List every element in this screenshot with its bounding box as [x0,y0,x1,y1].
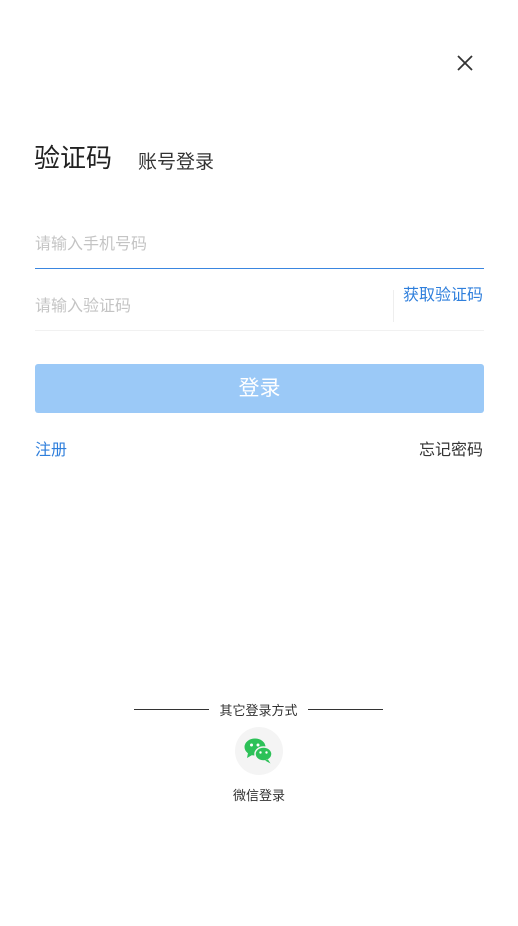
login-button[interactable]: 登录 [35,364,484,413]
verification-code-input[interactable] [35,294,375,316]
divider-right [308,709,383,710]
register-link[interactable]: 注册 [35,436,67,460]
wechat-icon [244,738,273,764]
tab-verification-code[interactable]: 验证码 [34,138,112,175]
divider-left [134,709,209,710]
close-button[interactable] [452,50,478,76]
wechat-login-button[interactable] [235,727,283,775]
close-icon [457,55,473,71]
phone-input[interactable] [35,232,475,254]
other-login-header: 其它登录方式 [0,700,518,720]
get-code-button[interactable]: 获取验证码 [401,284,485,305]
code-field: 获取验证码 [35,280,484,331]
code-divider [393,290,394,322]
forgot-password-link[interactable]: 忘记密码 [419,436,483,460]
phone-field [35,220,484,269]
other-login-title: 其它登录方式 [219,704,298,719]
wechat-login-label: 微信登录 [232,789,285,804]
tab-account-login[interactable]: 账号登录 [138,147,214,174]
